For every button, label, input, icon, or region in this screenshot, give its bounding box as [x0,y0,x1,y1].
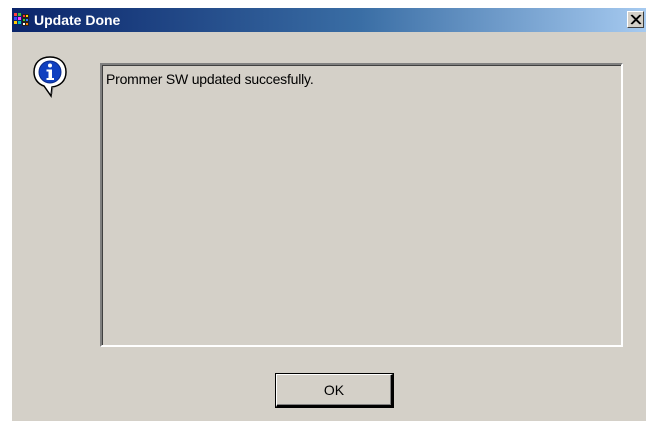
close-button[interactable] [627,11,644,28]
app-icon [14,12,30,28]
title-bar[interactable]: Update Done [12,8,646,32]
message-text: Prommer SW updated succesfully. [106,71,314,87]
dialog-window: Update Done Prommer SW updated succesful… [12,8,646,421]
message-box: Prommer SW updated succesfully. [100,63,623,347]
ok-button[interactable]: OK [275,373,394,408]
close-icon [630,14,642,25]
ok-button-label: OK [323,382,345,398]
information-icon [31,54,69,100]
window-title: Update Done [34,12,121,28]
